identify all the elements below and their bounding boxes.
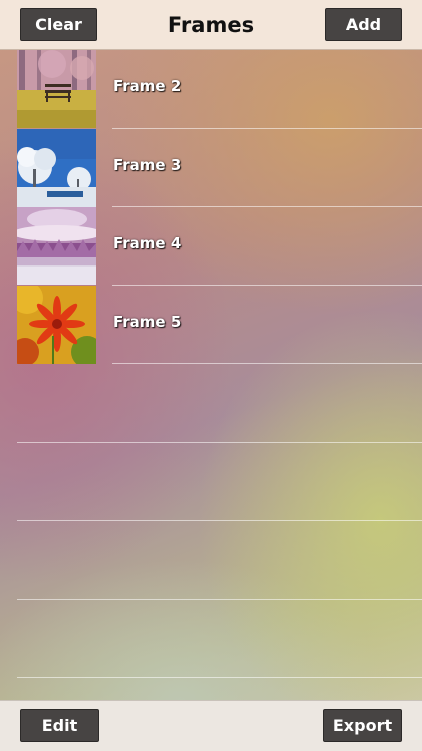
frame-row-5[interactable]: Frame 5 [17, 286, 422, 364]
add-button[interactable]: Add [325, 8, 402, 41]
frame-row-3[interactable]: Frame 3 [17, 129, 422, 207]
frame-label: Frame 2 [113, 77, 182, 95]
export-button[interactable]: Export [323, 709, 402, 742]
frame-label: Frame 3 [113, 156, 182, 174]
top-navigation-bar: Clear Frames Add [0, 0, 422, 50]
row-divider [17, 677, 422, 678]
row-divider [112, 363, 422, 364]
edit-button[interactable]: Edit [20, 709, 99, 742]
clear-button[interactable]: Clear [20, 8, 97, 41]
row-divider [17, 442, 422, 443]
row-divider [17, 599, 422, 600]
frame-5-thumbnail [17, 286, 96, 364]
bottom-toolbar: Edit Export [0, 700, 422, 751]
page-title: Frames [167, 13, 255, 37]
frame-label: Frame 5 [113, 313, 182, 331]
frame-row-2[interactable]: Frame 2 [17, 50, 422, 128]
frame-row-4[interactable]: Frame 4 [17, 207, 422, 285]
row-divider [17, 520, 422, 521]
frame-2-thumbnail [17, 50, 96, 128]
frame-label: Frame 4 [113, 234, 182, 252]
frame-4-thumbnail [17, 207, 96, 285]
frame-3-thumbnail [17, 129, 96, 207]
